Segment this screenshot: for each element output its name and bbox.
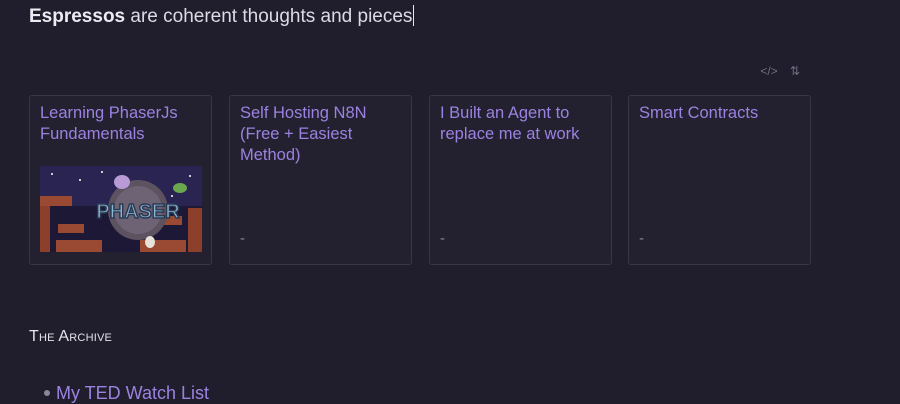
intro-bold: Espressos <box>29 6 126 27</box>
card-learning-phaserjs[interactable]: Learning PhaserJs Fundamentals PHASER <box>29 95 212 265</box>
card-title[interactable]: Learning PhaserJs Fundamentals <box>40 103 203 145</box>
code-icon[interactable]: </> <box>760 64 778 78</box>
card-self-hosting-n8n[interactable]: Self Hosting N8N (Free + Easiest Method)… <box>229 95 412 265</box>
card-meta: - <box>240 230 245 247</box>
phaser-thumbnail-image: PHASER <box>40 166 202 252</box>
sort-icon[interactable]: ⇅ <box>786 64 804 78</box>
card-title[interactable]: Self Hosting N8N (Free + Easiest Method) <box>240 103 403 166</box>
card-title[interactable]: Smart Contracts <box>639 103 802 124</box>
card-meta: - <box>440 230 445 247</box>
phaser-logo-text: PHASER <box>96 201 180 223</box>
card-built-an-agent[interactable]: I Built an Agent to replace me at work - <box>429 95 612 265</box>
bullet-icon <box>44 390 50 396</box>
intro-rest: are coherent thoughts and pieces <box>125 6 413 27</box>
archive-heading: The Archive <box>29 328 113 345</box>
card-title[interactable]: I Built an Agent to replace me at work <box>440 103 603 145</box>
card-meta: - <box>639 230 644 247</box>
card-smart-contracts[interactable]: Smart Contracts - <box>628 95 811 265</box>
intro-text: Espressos are coherent thoughts and piec… <box>29 5 415 28</box>
gallery-toolbar: </> ⇅ <box>760 64 804 78</box>
text-caret <box>413 5 415 26</box>
archive-link[interactable]: My TED Watch List <box>56 383 209 403</box>
